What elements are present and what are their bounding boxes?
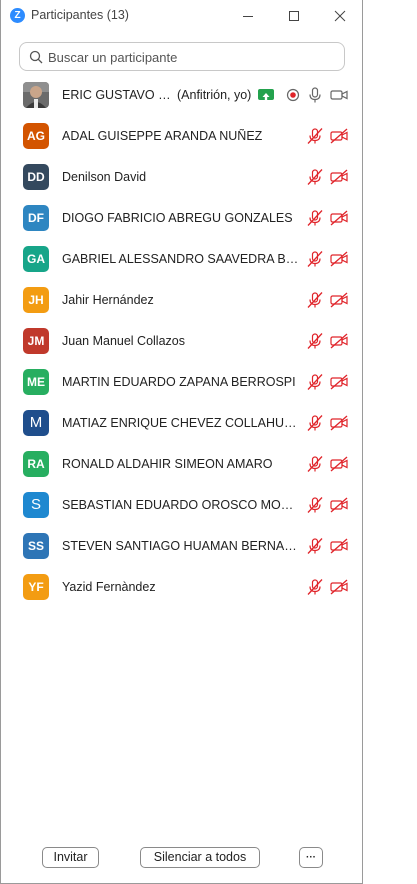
participant-avatar: ME (23, 369, 49, 395)
mic-muted-icon[interactable] (305, 127, 325, 145)
participant-avatar: YF (23, 574, 49, 600)
participant-rows: AG ADAL GUISEPPE ARANDA NUÑEZ DD Denilso… (1, 116, 362, 608)
participant-name: DIOGO FABRICIO ABREGU GONZALES (62, 211, 293, 225)
participant-name: Yazid Fernàndez (62, 580, 156, 594)
participant-list: ERIC GUSTAVO C... (Anfitrión, yo) AG ADA… (1, 75, 362, 608)
mic-muted-icon[interactable] (305, 578, 325, 596)
title-bar: Z Participantes (13) (1, 0, 362, 32)
video-off-icon[interactable] (329, 250, 349, 268)
participant-row[interactable]: SS STEVEN SANTIAGO HUAMAN BERNAR... (1, 526, 362, 567)
minimize-icon (243, 16, 253, 17)
participant-name: GABRIEL ALESSANDRO SAAVEDRA BALA... (62, 252, 302, 266)
participant-avatar: GA (23, 246, 49, 272)
mic-muted-icon[interactable] (305, 414, 325, 432)
video-off-icon[interactable] (329, 537, 349, 555)
mic-muted-icon[interactable] (305, 209, 325, 227)
participant-row[interactable]: M MATIAZ ENRIQUE CHEVEZ COLLAHUAC... (1, 403, 362, 444)
zoom-logo-icon: Z (10, 8, 25, 23)
video-off-icon[interactable] (329, 414, 349, 432)
mic-icon[interactable] (305, 86, 325, 104)
invite-button[interactable]: Invitar (42, 847, 99, 868)
mic-muted-icon[interactable] (305, 250, 325, 268)
participants-window: Z Participantes (13) Buscar un participa… (0, 0, 363, 884)
share-screen-icon (258, 89, 274, 100)
mute-all-button[interactable]: Silenciar a todos (140, 847, 260, 868)
participant-avatar: M (23, 410, 49, 436)
participant-name: Jahir Hernández (62, 293, 154, 307)
participant-row[interactable]: RA RONALD ALDAHIR SIMEON AMARO (1, 444, 362, 485)
participant-name: Juan Manuel Collazos (62, 334, 185, 348)
video-icon[interactable] (329, 86, 349, 104)
participant-row[interactable]: JH Jahir Hernández (1, 280, 362, 321)
participant-row[interactable]: DD Denilson David (1, 157, 362, 198)
participant-avatar: JH (23, 287, 49, 313)
participant-name: RONALD ALDAHIR SIMEON AMARO (62, 457, 273, 471)
participant-avatar: SS (23, 533, 49, 559)
host-name: ERIC GUSTAVO C... (62, 88, 172, 102)
participant-row[interactable]: GA GABRIEL ALESSANDRO SAAVEDRA BALA... (1, 239, 362, 280)
close-icon (334, 10, 346, 22)
participant-name: MATIAZ ENRIQUE CHEVEZ COLLAHUAC... (62, 416, 302, 430)
search-icon (29, 50, 43, 64)
mic-muted-icon[interactable] (305, 455, 325, 473)
record-icon (286, 88, 300, 102)
participant-avatar: RA (23, 451, 49, 477)
video-off-icon[interactable] (329, 168, 349, 186)
mic-muted-icon[interactable] (305, 373, 325, 391)
mic-muted-icon[interactable] (305, 291, 325, 309)
host-role-label: (Anfitrión, yo) (177, 88, 252, 102)
participant-avatar: S (23, 492, 49, 518)
search-box[interactable] (19, 42, 345, 71)
mic-muted-icon[interactable] (305, 496, 325, 514)
participant-avatar: JM (23, 328, 49, 354)
minimize-button[interactable] (225, 0, 271, 32)
mic-muted-icon[interactable] (305, 537, 325, 555)
participant-row[interactable]: DF DIOGO FABRICIO ABREGU GONZALES (1, 198, 362, 239)
maximize-button[interactable] (271, 0, 317, 32)
participant-name: STEVEN SANTIAGO HUAMAN BERNAR... (62, 539, 302, 553)
video-off-icon[interactable] (329, 127, 349, 145)
participant-name: MARTIN EDUARDO ZAPANA BERROSPI (62, 375, 296, 389)
maximize-icon (289, 11, 299, 21)
participant-row[interactable]: ME MARTIN EDUARDO ZAPANA BERROSPI (1, 362, 362, 403)
video-off-icon[interactable] (329, 455, 349, 473)
video-off-icon[interactable] (329, 578, 349, 596)
participant-name: ADAL GUISEPPE ARANDA NUÑEZ (62, 129, 263, 143)
close-button[interactable] (317, 0, 363, 32)
participant-row[interactable]: YF Yazid Fernàndez (1, 567, 362, 608)
participant-avatar: DF (23, 205, 49, 231)
host-row[interactable]: ERIC GUSTAVO C... (Anfitrión, yo) (1, 75, 362, 116)
host-avatar (23, 82, 49, 108)
participant-avatar: AG (23, 123, 49, 149)
participant-row[interactable]: AG ADAL GUISEPPE ARANDA NUÑEZ (1, 116, 362, 157)
video-off-icon[interactable] (329, 332, 349, 350)
more-options-button[interactable]: ··· (299, 847, 323, 868)
participant-name: SEBASTIAN EDUARDO OROSCO MONT... (62, 498, 302, 512)
participant-avatar: DD (23, 164, 49, 190)
video-off-icon[interactable] (329, 291, 349, 309)
window-title: Participantes (13) (31, 8, 129, 22)
search-input[interactable] (48, 48, 338, 66)
mic-muted-icon[interactable] (305, 332, 325, 350)
participant-row[interactable]: S SEBASTIAN EDUARDO OROSCO MONT... (1, 485, 362, 526)
participant-name: Denilson David (62, 170, 147, 184)
mic-muted-icon[interactable] (305, 168, 325, 186)
video-off-icon[interactable] (329, 209, 349, 227)
video-off-icon[interactable] (329, 373, 349, 391)
video-off-icon[interactable] (329, 496, 349, 514)
participant-row[interactable]: JM Juan Manuel Collazos (1, 321, 362, 362)
